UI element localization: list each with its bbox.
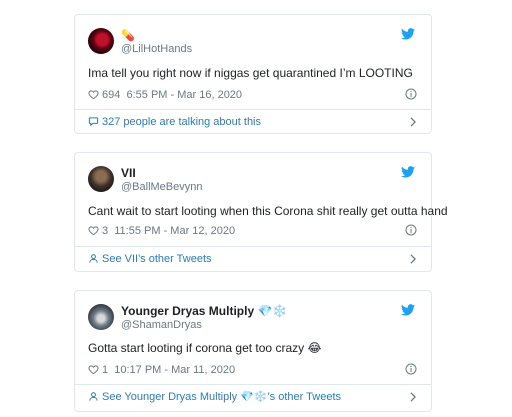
tweet-card[interactable]: VII @BallMeBevynn Cant wait to start loo… [74, 152, 448, 272]
author-names[interactable]: VII @BallMeBevynn [121, 166, 202, 194]
tweet-timestamp[interactable]: 10:17 PM - Mar 11, 2020 [114, 364, 235, 376]
tweet-header: 💊 @LilHotHands [88, 28, 419, 58]
info-icon[interactable] [405, 224, 417, 236]
user-handle[interactable]: @LilHotHands [121, 43, 192, 56]
tweet-meta: 3 11:55 PM - Mar 12, 2020 [88, 224, 417, 238]
twitter-bird-icon[interactable] [401, 304, 415, 316]
comment-icon [88, 117, 99, 127]
twitter-bird-icon[interactable] [401, 166, 415, 178]
like-count[interactable]: 1 [102, 364, 108, 376]
tweet-card[interactable]: Younger Dryas Multiply 💎❄️ @ShamanDryas … [74, 290, 432, 412]
pill-emoji: 💊 [121, 30, 135, 42]
other-tweets-link[interactable]: See Younger Dryas Multiply 💎❄️'s other T… [88, 390, 417, 404]
other-tweets-link[interactable]: See VII's other Tweets [88, 252, 417, 266]
tweet-card[interactable]: 💊 @LilHotHands Ima tell you right now if… [74, 14, 432, 134]
tweet-header: Younger Dryas Multiply 💎❄️ @ShamanDryas [88, 304, 419, 334]
twitter-bird-icon[interactable] [401, 28, 415, 40]
other-tweets-label: See Younger Dryas Multiply 💎❄️'s other T… [102, 391, 342, 403]
chevron-right-icon [410, 117, 416, 127]
tweet-meta: 694 6:55 PM - Mar 16, 2020 [88, 88, 417, 102]
person-icon [89, 392, 98, 401]
like-count[interactable]: 694 [102, 89, 120, 101]
avatar[interactable] [88, 28, 114, 54]
chevron-right-icon [410, 392, 416, 402]
heart-icon[interactable] [88, 89, 99, 100]
user-handle[interactable]: @ShamanDryas [121, 319, 287, 332]
tweet-timestamp[interactable]: 6:55 PM - Mar 16, 2020 [126, 89, 242, 101]
display-name[interactable]: Younger Dryas Multiply 💎❄️ [121, 304, 287, 319]
author-names[interactable]: Younger Dryas Multiply 💎❄️ @ShamanDryas [121, 304, 287, 332]
avatar[interactable] [88, 166, 114, 192]
author-names[interactable]: 💊 @LilHotHands [121, 28, 192, 56]
conversation-link[interactable]: 327 people are talking about this [88, 115, 417, 129]
info-icon[interactable] [405, 363, 417, 375]
tweet-text: Gotta start looting if corona get too cr… [88, 341, 322, 355]
chevron-right-icon [410, 254, 416, 264]
other-tweets-label: See VII's other Tweets [102, 253, 212, 265]
avatar[interactable] [88, 304, 114, 330]
divider [75, 384, 431, 385]
tweet-timestamp[interactable]: 11:55 PM - Mar 12, 2020 [114, 225, 235, 237]
conversation-label: 327 people are talking about this [102, 116, 262, 128]
user-handle[interactable]: @BallMeBevynn [121, 181, 202, 194]
divider [75, 109, 431, 110]
tweet-text: Cant wait to start looting when this Cor… [88, 204, 448, 218]
display-name[interactable]: VII [121, 166, 202, 181]
display-name[interactable]: 💊 [121, 28, 192, 43]
heart-icon[interactable] [88, 225, 99, 236]
heart-icon[interactable] [88, 364, 99, 375]
like-count[interactable]: 3 [102, 225, 108, 237]
tweet-text: Ima tell you right now if niggas get qua… [88, 66, 413, 80]
tweet-header: VII @BallMeBevynn [88, 166, 419, 196]
tweet-meta: 1 10:17 PM - Mar 11, 2020 [88, 363, 417, 377]
divider [75, 246, 431, 247]
person-icon [89, 254, 98, 263]
info-icon[interactable] [405, 88, 417, 100]
